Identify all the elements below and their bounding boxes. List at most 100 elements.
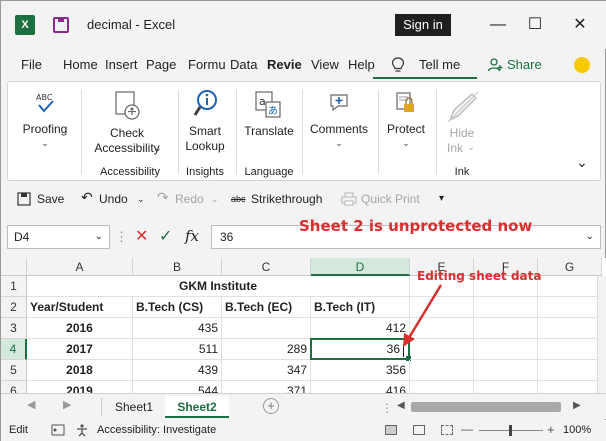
proofing-label: Proofing: [22, 122, 68, 136]
confirm-entry-icon[interactable]: ✓: [159, 226, 172, 246]
cell-g5[interactable]: [538, 360, 602, 381]
maximize-icon[interactable]: ☐: [520, 11, 550, 39]
cell-b5[interactable]: 439: [133, 360, 222, 381]
chevron-down-icon: ⌄: [335, 138, 343, 148]
sheet-tab-sheet2[interactable]: Sheet2: [165, 396, 229, 418]
cell-g1[interactable]: [538, 276, 602, 297]
add-sheet-icon[interactable]: +: [263, 398, 279, 414]
cell-e5[interactable]: [410, 360, 474, 381]
sign-in-button[interactable]: Sign in: [395, 14, 451, 36]
close-icon[interactable]: ✕: [565, 11, 595, 39]
row-header-2[interactable]: 2: [1, 297, 27, 318]
tab-file[interactable]: File: [21, 57, 42, 72]
cell-c3[interactable]: [222, 318, 311, 339]
minimize-icon[interactable]: —: [483, 11, 513, 39]
cell-a6[interactable]: 2019: [27, 381, 133, 393]
column-header-c[interactable]: C: [222, 258, 311, 276]
cell-b2[interactable]: B.Tech (CS): [133, 297, 222, 318]
cell-a2[interactable]: Year/Student: [27, 297, 133, 318]
cell-g2[interactable]: [538, 297, 602, 318]
customize-qat-icon[interactable]: ▾: [439, 193, 444, 204]
hscroll-left-icon[interactable]: ◀: [397, 400, 405, 411]
hscroll-right-icon[interactable]: ▶: [573, 400, 581, 411]
cell-c2[interactable]: B.Tech (EC): [222, 297, 311, 318]
cell-d5[interactable]: 356: [311, 360, 410, 381]
cell-d6[interactable]: 416: [311, 381, 410, 393]
cell-d3[interactable]: 412: [311, 318, 410, 339]
cell-g4[interactable]: [538, 339, 602, 360]
tab-formulas[interactable]: Formu: [188, 57, 226, 72]
cell-a5[interactable]: 2018: [27, 360, 133, 381]
cell-d2[interactable]: B.Tech (IT): [311, 297, 410, 318]
cancel-entry-icon[interactable]: ✕: [135, 226, 148, 246]
zoom-out-icon[interactable]: —: [461, 422, 473, 436]
cell-a3[interactable]: 2016: [27, 318, 133, 339]
cell-f4[interactable]: [474, 339, 538, 360]
row-header-4[interactable]: 4: [1, 339, 27, 360]
cell-g6[interactable]: [538, 381, 602, 393]
zoom-slider-thumb[interactable]: [509, 425, 512, 436]
cell-a1-title[interactable]: GKM Institute: [27, 276, 410, 297]
cell-f3[interactable]: [474, 318, 538, 339]
zoom-level[interactable]: 100%: [563, 424, 591, 436]
column-header-b[interactable]: B: [133, 258, 222, 276]
feedback-smiley-icon[interactable]: [574, 57, 590, 73]
page-break-view-icon[interactable]: [441, 425, 453, 435]
cell-f5[interactable]: [474, 360, 538, 381]
ribbon-divider: [178, 90, 179, 174]
row-header-1[interactable]: 1: [1, 276, 27, 297]
row-header-3[interactable]: 3: [1, 318, 27, 339]
cell-a4[interactable]: 2017: [27, 339, 133, 360]
cell-f2[interactable]: [474, 297, 538, 318]
zoom-in-icon[interactable]: +: [547, 422, 555, 437]
macro-record-icon[interactable]: [51, 424, 65, 436]
row-header-6[interactable]: 6: [1, 381, 27, 393]
tab-split-icon[interactable]: ⋮: [381, 401, 393, 415]
select-all-corner[interactable]: [1, 258, 27, 276]
insert-function-icon[interactable]: fx: [185, 227, 199, 245]
normal-view-icon[interactable]: [385, 425, 397, 435]
share-button[interactable]: Share: [507, 57, 542, 72]
expand-formula-bar-icon[interactable]: ⌄: [586, 226, 594, 248]
tab-help[interactable]: Help: [348, 57, 375, 72]
qat-strikethrough-button[interactable]: Strikethrough: [251, 192, 322, 206]
cell-c6[interactable]: 371: [222, 381, 311, 393]
chevron-down-icon[interactable]: ⌄: [137, 194, 145, 205]
tab-view[interactable]: View: [311, 57, 339, 72]
column-header-g[interactable]: G: [538, 258, 602, 276]
tab-page-layout[interactable]: Page: [146, 57, 176, 72]
column-header-a[interactable]: A: [27, 258, 133, 276]
status-accessibility[interactable]: Accessibility: Investigate: [97, 424, 216, 436]
tab-data[interactable]: Data: [230, 57, 257, 72]
horizontal-scrollbar-thumb[interactable]: [411, 402, 561, 412]
qat-save-button[interactable]: Save: [37, 192, 64, 206]
tab-review[interactable]: Revie: [267, 57, 302, 72]
sheet-tab-sheet1[interactable]: Sheet1: [109, 396, 159, 418]
page-layout-view-icon[interactable]: [413, 425, 425, 435]
accessibility-status-icon[interactable]: [75, 423, 89, 437]
cell-g3[interactable]: [538, 318, 602, 339]
vertical-scrollbar[interactable]: [597, 276, 606, 393]
cell-f6[interactable]: [474, 381, 538, 393]
scroll-left-icon[interactable]: ◀: [27, 398, 35, 411]
cell-c4[interactable]: 289: [222, 339, 311, 360]
collapse-ribbon-chevron-icon[interactable]: ⌄: [572, 154, 592, 171]
cell-b4[interactable]: 511: [133, 339, 222, 360]
tab-home[interactable]: Home: [63, 57, 98, 72]
column-header-d[interactable]: D: [311, 258, 410, 276]
tell-me-search[interactable]: Tell me: [419, 57, 460, 72]
cell-b6[interactable]: 544: [133, 381, 222, 393]
row-header-5[interactable]: 5: [1, 360, 27, 381]
name-box[interactable]: D4 ⌄: [7, 225, 110, 249]
chevron-down-icon: ⌄: [211, 194, 219, 204]
chevron-down-icon: ⌄: [467, 142, 475, 152]
save-icon[interactable]: [53, 17, 69, 33]
qat-undo-button[interactable]: Undo: [99, 192, 128, 206]
cell-c5[interactable]: 347: [222, 360, 311, 381]
cell-e6[interactable]: [410, 381, 474, 393]
tab-insert[interactable]: Insert: [105, 57, 138, 72]
scroll-right-icon[interactable]: ▶: [63, 398, 71, 411]
cell-d4-active[interactable]: 36: [310, 338, 410, 360]
chevron-down-icon[interactable]: ⌄: [95, 226, 103, 248]
cell-b3[interactable]: 435: [133, 318, 222, 339]
